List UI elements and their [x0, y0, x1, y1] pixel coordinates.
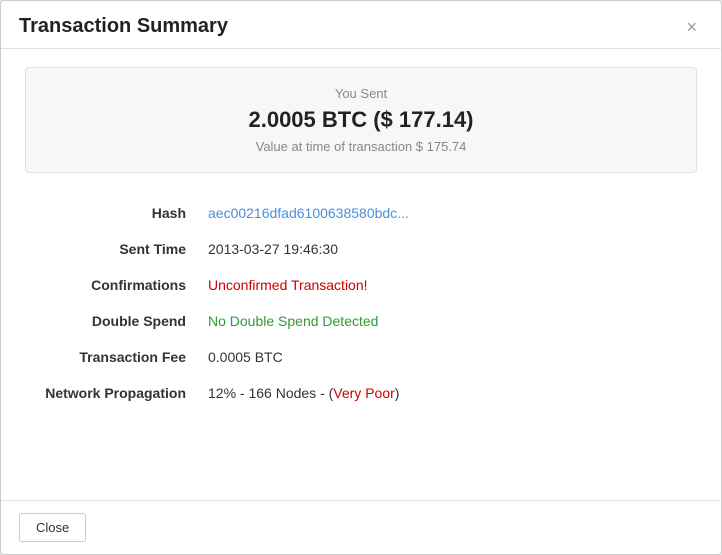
- confirmations-label: Confirmations: [25, 267, 200, 303]
- table-row: Hash aec00216dfad6100638580bdc...: [25, 195, 697, 231]
- table-row: Confirmations Unconfirmed Transaction!: [25, 267, 697, 303]
- details-table: Hash aec00216dfad6100638580bdc... Sent T…: [25, 195, 697, 411]
- confirmations-value-cell: Unconfirmed Transaction!: [200, 267, 697, 303]
- table-row: Sent Time 2013-03-27 19:46:30: [25, 231, 697, 267]
- summary-sent-label: You Sent: [44, 86, 678, 101]
- network-propagation-value-cell: 12% - 166 Nodes - (Very Poor): [200, 375, 697, 411]
- table-row: Transaction Fee 0.0005 BTC: [25, 339, 697, 375]
- dialog-title: Transaction Summary: [19, 15, 228, 38]
- network-propagation-prefix: 12% - 166 Nodes - (: [208, 385, 333, 401]
- transaction-fee-value: 0.0005 BTC: [200, 339, 697, 375]
- close-button[interactable]: Close: [19, 513, 86, 542]
- confirmations-value: Unconfirmed Transaction!: [208, 277, 368, 293]
- dialog-body: You Sent 2.0005 BTC ($ 177.14) Value at …: [1, 49, 721, 500]
- hash-link[interactable]: aec00216dfad6100638580bdc...: [208, 205, 409, 221]
- network-propagation-suffix: ): [395, 385, 400, 401]
- summary-value-at-time: Value at time of transaction $ 175.74: [44, 139, 678, 154]
- close-x-button[interactable]: ×: [680, 16, 703, 38]
- table-row: Network Propagation 12% - 166 Nodes - (V…: [25, 375, 697, 411]
- sent-time-label: Sent Time: [25, 231, 200, 267]
- table-row: Double Spend No Double Spend Detected: [25, 303, 697, 339]
- network-propagation-label: Network Propagation: [25, 375, 200, 411]
- transaction-fee-label: Transaction Fee: [25, 339, 200, 375]
- network-propagation-quality: Very Poor: [333, 385, 394, 401]
- transaction-summary-dialog: Transaction Summary × You Sent 2.0005 BT…: [0, 0, 722, 555]
- hash-label: Hash: [25, 195, 200, 231]
- summary-amount: 2.0005 BTC ($ 177.14): [44, 107, 678, 133]
- dialog-header: Transaction Summary ×: [1, 1, 721, 49]
- dialog-footer: Close: [1, 500, 721, 554]
- double-spend-label: Double Spend: [25, 303, 200, 339]
- hash-value-cell: aec00216dfad6100638580bdc...: [200, 195, 697, 231]
- double-spend-value: No Double Spend Detected: [208, 313, 378, 329]
- summary-box: You Sent 2.0005 BTC ($ 177.14) Value at …: [25, 67, 697, 173]
- sent-time-value: 2013-03-27 19:46:30: [200, 231, 697, 267]
- double-spend-value-cell: No Double Spend Detected: [200, 303, 697, 339]
